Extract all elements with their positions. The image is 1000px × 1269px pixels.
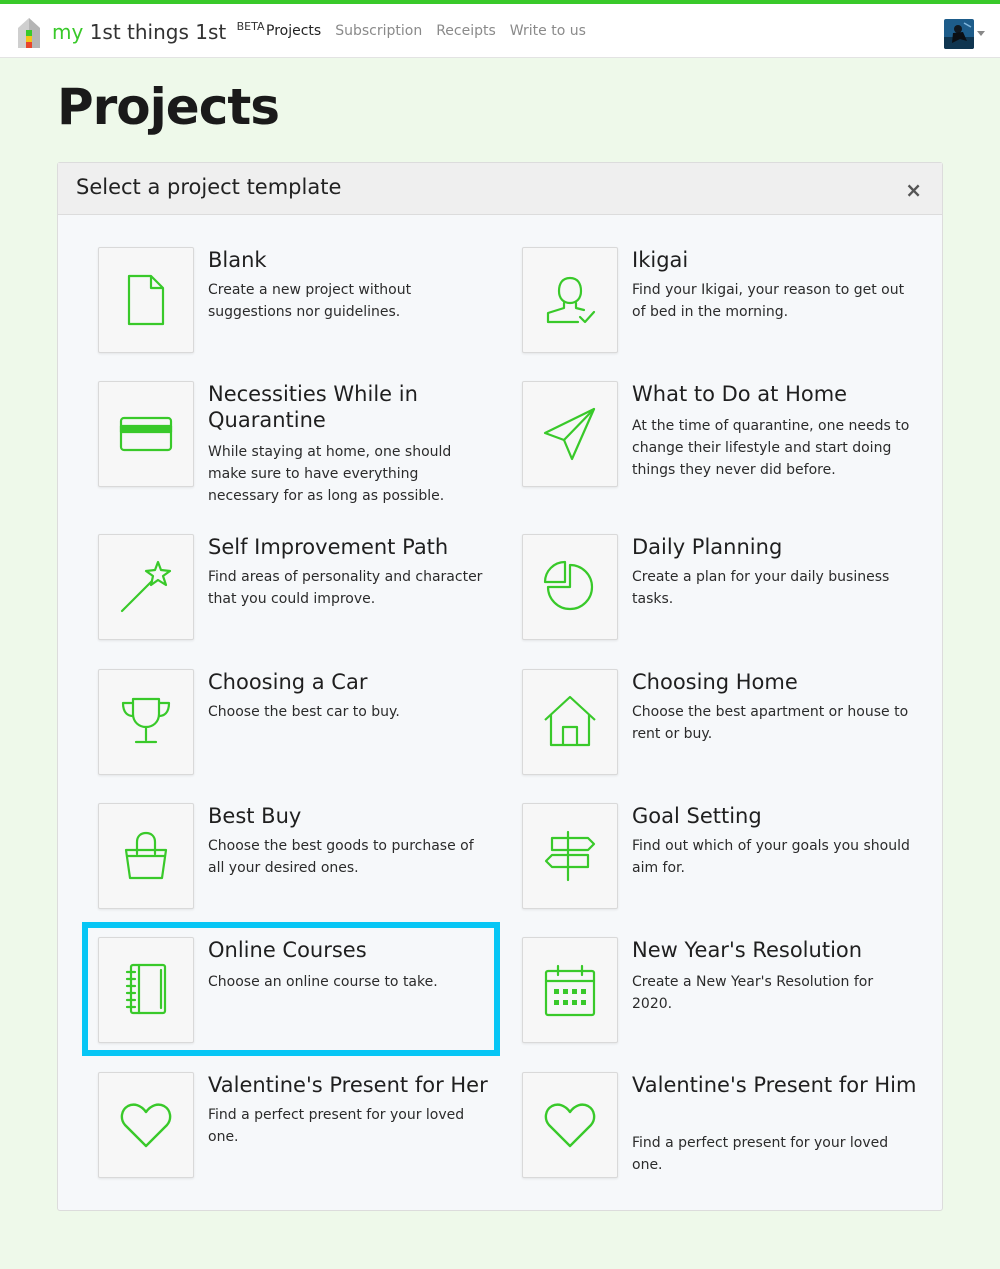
nav-write-to-us[interactable]: Write to us <box>510 23 586 39</box>
template-title: Valentine's Present for Her <box>208 1073 488 1097</box>
beta-badge: BETA <box>236 20 265 33</box>
template-card-ikigai[interactable]: Ikigai Find your Ikigai, your reason to … <box>522 247 922 357</box>
template-title: Valentine's Present for Him <box>632 1073 917 1097</box>
nav-subscription[interactable]: Subscription <box>335 23 422 39</box>
template-title: Necessities While in Quarantine <box>208 382 418 432</box>
template-title: Blank <box>208 248 267 272</box>
pie-chart-icon <box>543 560 594 611</box>
template-title: Choosing Home <box>632 670 798 694</box>
template-title: Goal Setting <box>632 804 762 828</box>
template-title: New Year's Resolution <box>632 938 863 962</box>
template-tile[interactable] <box>98 803 194 909</box>
template-desc: Find out which of your goals you should … <box>632 838 910 876</box>
heart-icon <box>544 1103 596 1148</box>
template-title: Choosing a Car <box>208 670 368 694</box>
template-card-valentines-her[interactable]: Valentine's Present for Her Find a perfe… <box>98 1072 498 1182</box>
template-tile[interactable] <box>98 937 194 1043</box>
template-desc: Find a perfect present for your loved on… <box>632 1135 889 1173</box>
signpost-icon <box>544 830 596 882</box>
calendar-icon <box>544 964 596 1017</box>
template-tile[interactable] <box>98 669 194 775</box>
nav-projects[interactable]: Projects <box>266 23 321 39</box>
nav-receipts[interactable]: Receipts <box>436 23 496 39</box>
brand-name[interactable]: my 1st things 1st BETA <box>52 20 265 44</box>
page-title: Projects <box>57 78 280 136</box>
main-nav: Projects Subscription Receipts Write to … <box>266 23 586 39</box>
template-tile[interactable] <box>98 534 194 640</box>
template-card-self-improvement[interactable]: Self Improvement Path Find areas of pers… <box>98 534 498 644</box>
template-tile[interactable] <box>98 381 194 487</box>
template-desc: Create a new project without suggestions… <box>208 282 412 320</box>
template-desc: While staying at home, one should make s… <box>208 444 452 504</box>
template-tile[interactable] <box>522 381 618 487</box>
shopping-bag-icon <box>124 831 168 880</box>
template-desc: Create a plan for your daily business ta… <box>632 569 890 607</box>
template-desc: Find areas of personality and character … <box>208 569 483 607</box>
template-title: Ikigai <box>632 248 689 272</box>
panel-title: Select a project template <box>76 175 342 199</box>
template-tile[interactable] <box>522 534 618 640</box>
template-desc: Choose an online course to take. <box>208 974 438 990</box>
template-card-online-courses[interactable]: Online Courses Choose an online course t… <box>98 937 498 1047</box>
template-card-best-buy[interactable]: Best Buy Choose the best goods to purcha… <box>98 803 498 913</box>
template-desc: Create a New Year's Resolution for 2020. <box>632 974 874 1012</box>
paper-plane-icon <box>543 407 596 461</box>
template-title: Daily Planning <box>632 535 783 559</box>
template-tile[interactable] <box>522 1072 618 1178</box>
template-card-necessities[interactable]: Necessities While in Quarantine While st… <box>98 381 498 504</box>
template-desc: Find a perfect present for your loved on… <box>208 1107 465 1145</box>
template-desc: Choose the best apartment or house to re… <box>632 704 909 742</box>
magic-wand-icon <box>120 560 172 613</box>
template-desc: Find your Ikigai, your reason to get out… <box>632 282 905 320</box>
top-navbar: my 1st things 1st BETA Projects Subscrip… <box>0 0 1000 58</box>
user-check-icon <box>546 276 596 324</box>
template-card-choosing-car[interactable]: Choosing a Car Choose the best car to bu… <box>98 669 498 779</box>
credit-card-icon <box>119 416 173 452</box>
chevron-down-icon[interactable] <box>977 31 985 36</box>
template-tile[interactable] <box>522 937 618 1043</box>
template-tile[interactable] <box>98 1072 194 1178</box>
heart-icon <box>120 1103 172 1148</box>
logo-icon[interactable] <box>15 16 43 50</box>
close-icon[interactable]: × <box>905 178 922 202</box>
template-tile[interactable] <box>522 803 618 909</box>
panel-header: Select a project template × <box>58 163 942 215</box>
template-card-choosing-home[interactable]: Choosing Home Choose the best apartment … <box>522 669 922 779</box>
template-card-goal-setting[interactable]: Goal Setting Find out which of your goal… <box>522 803 922 913</box>
template-tile[interactable] <box>522 669 618 775</box>
template-title: Self Improvement Path <box>208 535 449 559</box>
template-card-blank[interactable]: Blank Create a new project without sugge… <box>98 247 498 357</box>
house-icon <box>544 695 596 747</box>
template-title: What to Do at Home <box>632 382 848 406</box>
template-card-valentines-him[interactable]: Valentine's Present for Him Find a perfe… <box>522 1072 922 1182</box>
template-tile[interactable] <box>522 247 618 353</box>
template-desc: At the time of quarantine, one needs to … <box>632 418 910 478</box>
template-card-what-to-do-at-home[interactable]: What to Do at Home At the time of quaran… <box>522 381 922 491</box>
user-avatar[interactable] <box>944 19 974 49</box>
brand-my: my <box>52 20 84 44</box>
template-card-new-years-resolution[interactable]: New Year's Resolution Create a New Year'… <box>522 937 922 1047</box>
template-desc: Choose the best car to buy. <box>208 704 400 720</box>
template-card-daily-planning[interactable]: Daily Planning Create a plan for your da… <box>522 534 922 644</box>
template-tile[interactable] <box>98 247 194 353</box>
document-icon <box>127 274 165 326</box>
trophy-icon <box>121 697 171 744</box>
notebook-icon <box>125 963 167 1015</box>
template-title: Best Buy <box>208 804 302 828</box>
template-title: Online Courses <box>208 938 367 962</box>
brand-text: 1st things 1st <box>89 20 227 44</box>
template-desc: Choose the best goods to purchase of all… <box>208 838 474 876</box>
